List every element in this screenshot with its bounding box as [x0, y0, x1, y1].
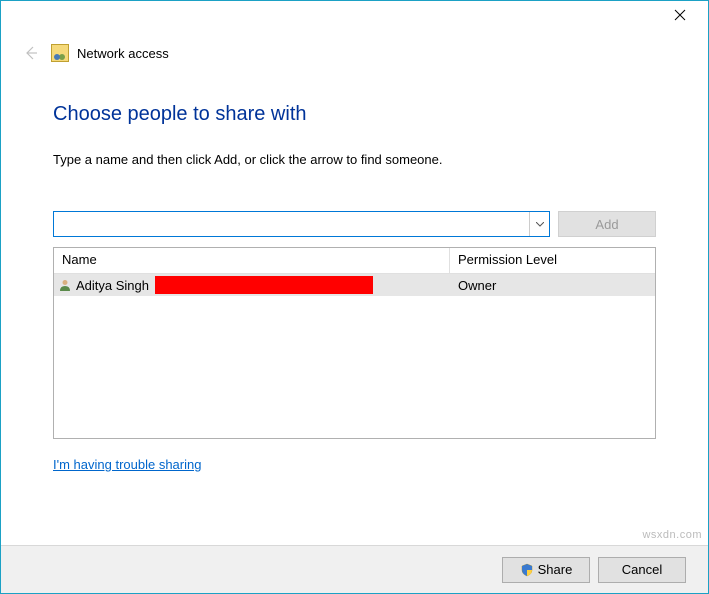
footer: Share Cancel	[1, 545, 708, 593]
titlebar	[1, 1, 708, 33]
dialog-window: Network access Choose people to share wi…	[0, 0, 709, 594]
input-row: Add	[53, 211, 656, 237]
cell-permission: Owner	[450, 278, 655, 293]
add-button: Add	[558, 211, 656, 237]
content-area: Choose people to share with Type a name …	[1, 69, 708, 474]
name-input[interactable]	[54, 212, 529, 236]
window-title: Network access	[77, 46, 169, 61]
dropdown-button[interactable]	[529, 212, 549, 236]
user-name: Aditya Singh	[76, 278, 149, 293]
table-header: Name Permission Level	[54, 248, 655, 274]
shield-icon	[520, 563, 534, 577]
column-header-permission[interactable]: Permission Level	[450, 248, 655, 273]
name-combobox[interactable]	[53, 211, 550, 237]
redacted-block	[155, 276, 373, 294]
chevron-down-icon	[536, 222, 544, 227]
back-button[interactable]	[21, 43, 41, 63]
cell-name: Aditya Singh	[54, 276, 450, 294]
header-row: Network access	[1, 33, 708, 69]
page-heading: Choose people to share with	[53, 103, 656, 126]
close-icon	[674, 9, 686, 21]
share-button[interactable]: Share	[502, 557, 590, 583]
column-header-name[interactable]: Name	[54, 248, 450, 273]
cancel-button[interactable]: Cancel	[598, 557, 686, 583]
network-access-icon	[51, 44, 69, 62]
back-arrow-icon	[23, 45, 39, 61]
help-link[interactable]: I'm having trouble sharing	[53, 457, 201, 472]
cancel-button-label: Cancel	[622, 562, 662, 577]
user-icon	[58, 278, 72, 292]
close-button[interactable]	[660, 1, 700, 29]
table-row[interactable]: Aditya Singh Owner	[54, 274, 655, 296]
share-button-label: Share	[538, 562, 573, 577]
people-table: Name Permission Level Aditya Singh Owner	[53, 247, 656, 439]
instruction-text: Type a name and then click Add, or click…	[53, 152, 656, 167]
watermark: wsxdn.com	[642, 529, 702, 541]
